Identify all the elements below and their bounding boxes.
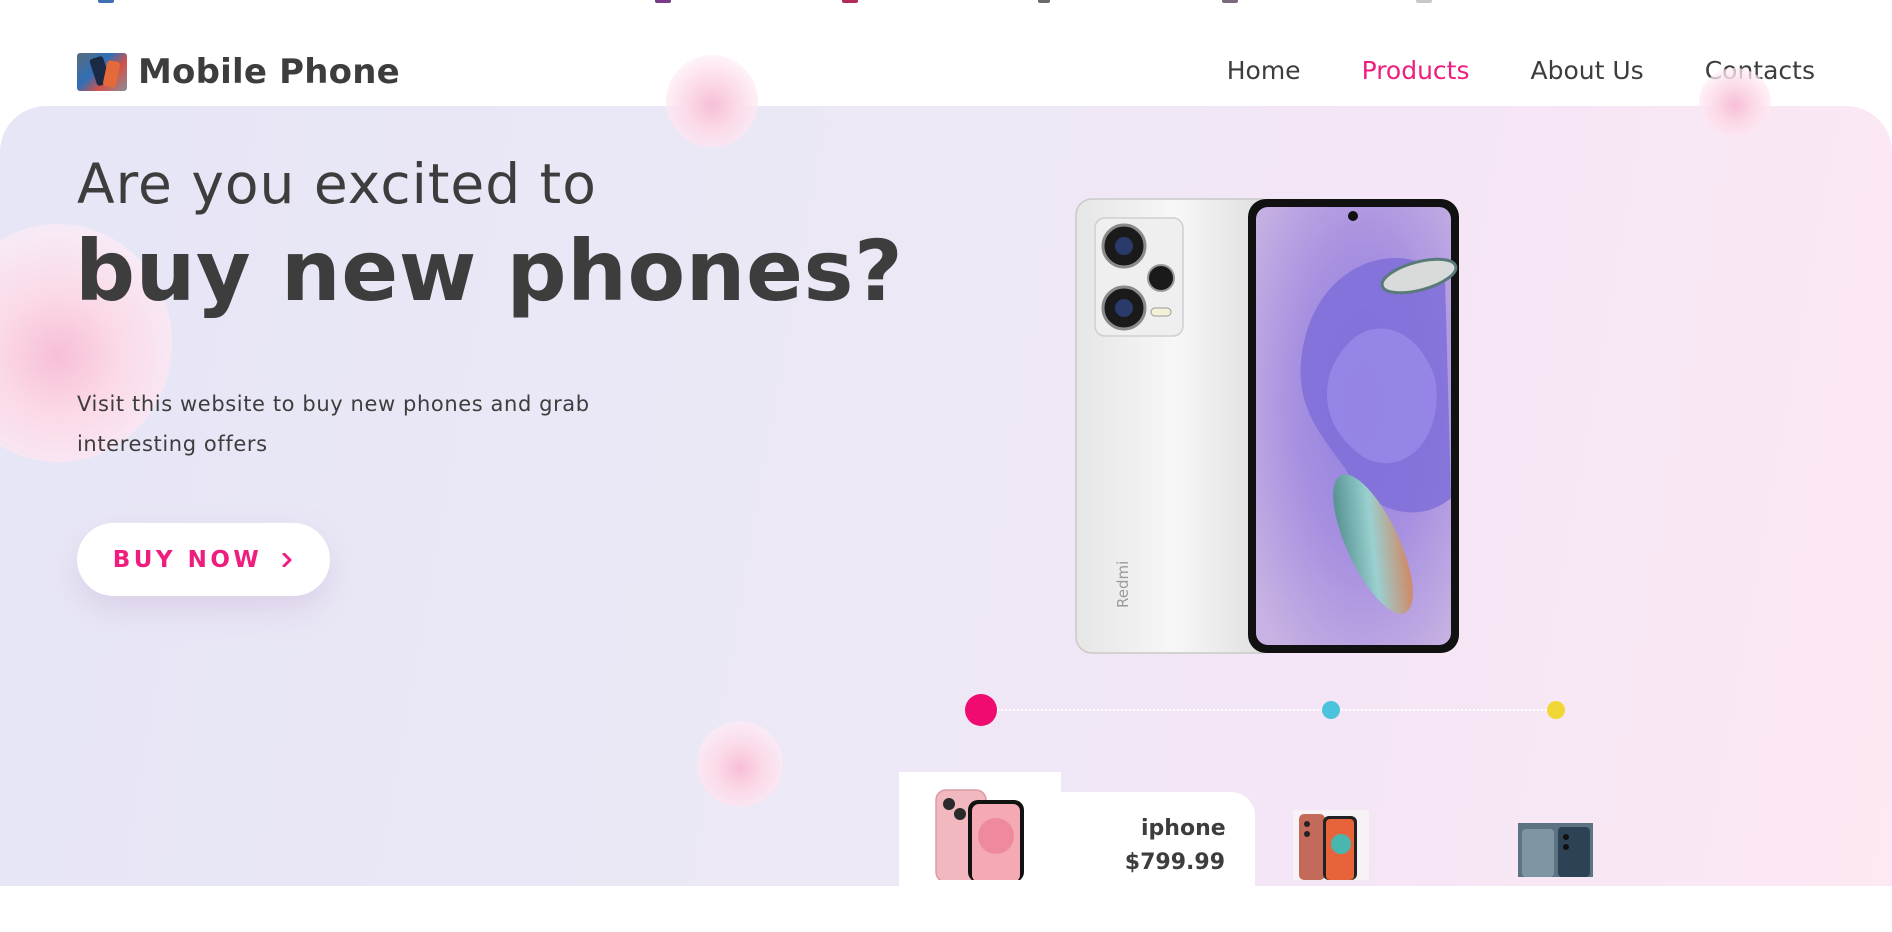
product-thumb-2[interactable] [1293, 810, 1369, 880]
hero-phone-image: Redmi [1075, 198, 1461, 654]
hero-slider-nav [965, 694, 1565, 726]
slider-track [985, 709, 1555, 711]
slider-dot-2[interactable] [1322, 701, 1340, 719]
slider-dot-1[interactable] [965, 694, 997, 726]
slider-dot-3[interactable] [1547, 701, 1565, 719]
buy-now-button[interactable]: BUY NOW [77, 523, 330, 596]
decor-bubble [666, 55, 758, 147]
chevron-right-icon [282, 552, 292, 567]
brand-name: Mobile Phone [138, 52, 400, 92]
nav-about-us[interactable]: About Us [1531, 56, 1644, 85]
site-header: Mobile Phone Home Products About Us Cont… [0, 0, 1892, 106]
product-thumb-3[interactable] [1518, 823, 1593, 877]
product-name: iphone [1141, 816, 1226, 841]
logo-image [77, 53, 127, 91]
nav-products[interactable]: Products [1362, 56, 1470, 85]
phone-brand-mark: Redmi [1114, 561, 1132, 608]
hero-subtext: Visit this website to buy new phones and… [77, 392, 590, 456]
hero-headline-line1: Are you excited to [77, 152, 597, 216]
nav-home[interactable]: Home [1227, 56, 1301, 85]
hero-headline-line2: buy new phones? [75, 222, 904, 320]
decor-bubble [697, 721, 783, 807]
brand-logo[interactable]: Mobile Phone [77, 52, 400, 92]
product-thumb-iphone[interactable] [932, 788, 1028, 880]
product-price: $799.99 [1124, 850, 1225, 875]
buy-now-label: BUY NOW [112, 546, 263, 573]
decor-bubble [1699, 68, 1771, 136]
